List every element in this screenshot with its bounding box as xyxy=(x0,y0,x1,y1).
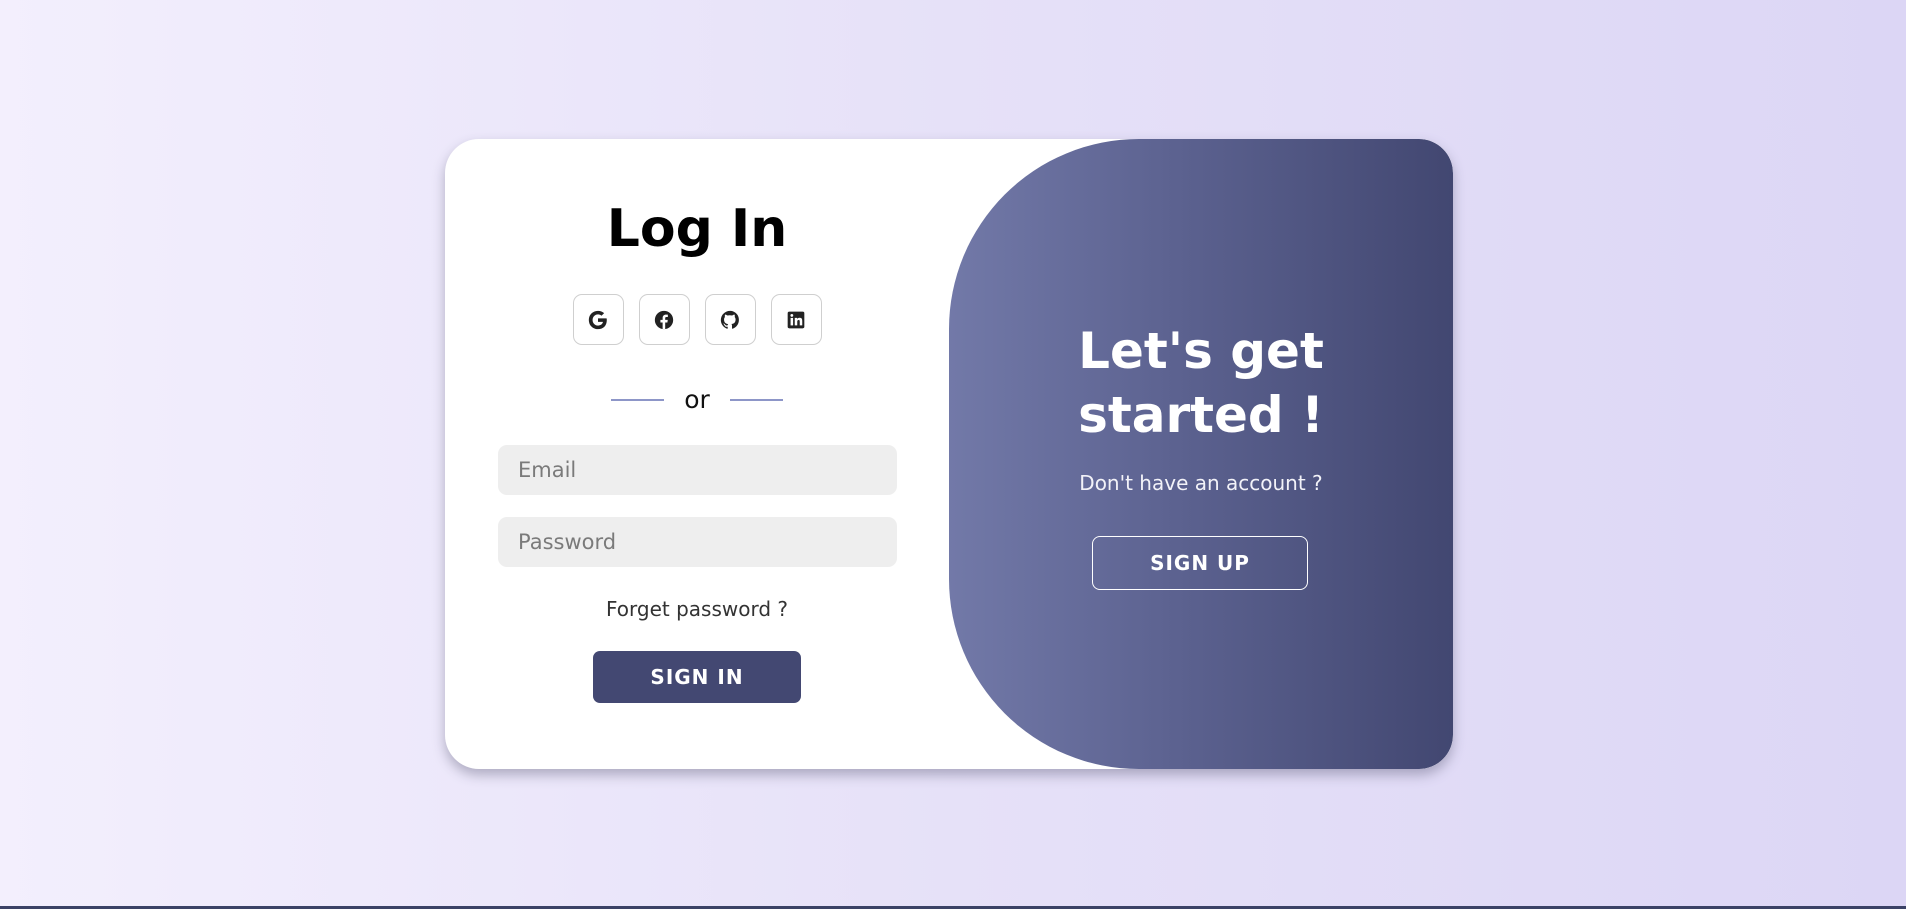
forgot-password-link[interactable]: Forget password ? xyxy=(445,599,949,619)
login-panel: Log In or Email Forget password ? SIGN I… xyxy=(445,139,949,769)
divider-line-left xyxy=(611,398,665,401)
password-field[interactable] xyxy=(498,517,897,567)
login-title: Log In xyxy=(606,199,788,259)
github-icon xyxy=(719,309,741,331)
linkedin-icon xyxy=(786,310,806,330)
facebook-login-button[interactable] xyxy=(638,294,690,345)
signup-panel: Let's get started ! Don't have an accoun… xyxy=(949,139,1453,769)
linkedin-login-button[interactable] xyxy=(770,294,822,345)
facebook-icon xyxy=(653,309,675,331)
auth-card: Log In or Email Forget password ? SIGN I… xyxy=(445,139,1453,769)
social-login-row xyxy=(445,294,949,345)
divider-text: or xyxy=(684,385,710,414)
divider-line-right xyxy=(729,398,783,401)
github-login-button[interactable] xyxy=(704,294,756,345)
email-field[interactable] xyxy=(498,445,897,495)
sign-in-button[interactable]: SIGN IN xyxy=(593,651,801,703)
or-divider: or xyxy=(445,387,949,412)
signup-title: Let's get started ! xyxy=(1078,322,1324,444)
google-icon xyxy=(587,309,609,331)
signup-subtitle: Don't have an account ? xyxy=(1079,471,1323,495)
sign-up-button[interactable]: SIGN UP xyxy=(1092,536,1308,590)
google-login-button[interactable] xyxy=(572,294,624,345)
